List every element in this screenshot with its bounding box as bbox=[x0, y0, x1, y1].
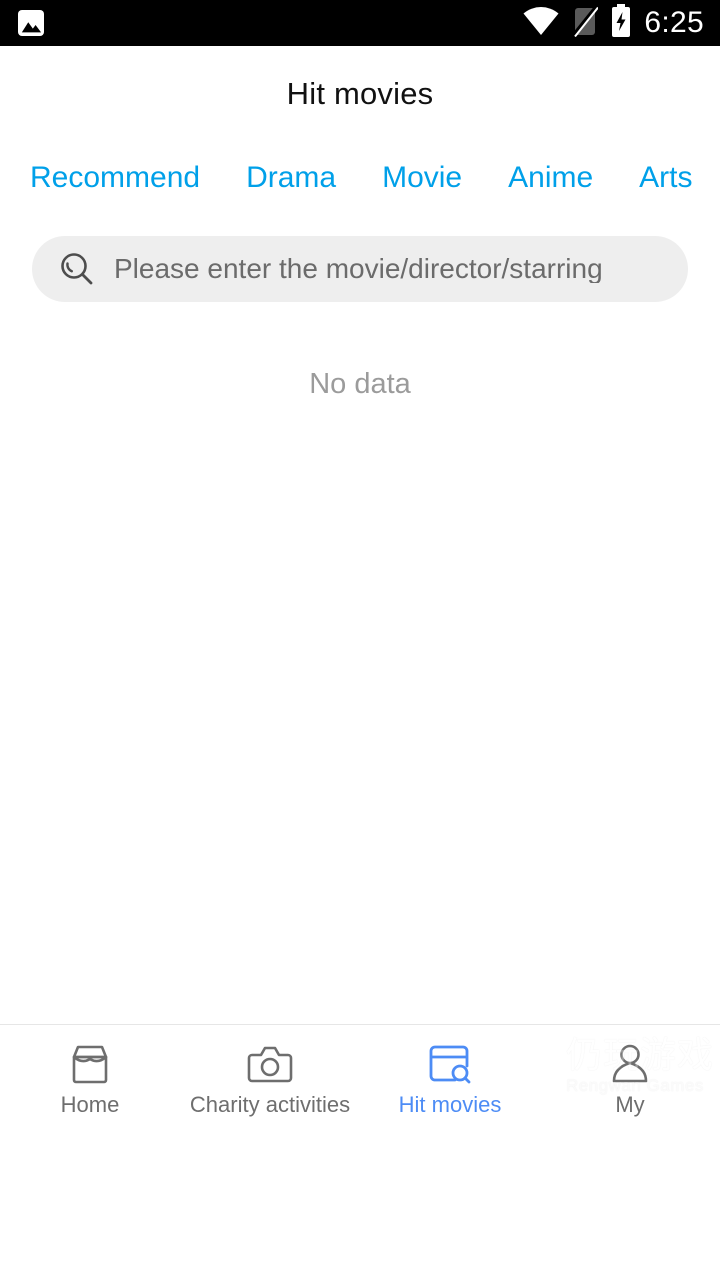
status-bar-clock: 6:25 bbox=[644, 6, 704, 39]
nav-label-charity-activities: Charity activities bbox=[189, 1091, 351, 1117]
content-area: No data Home Charity activities Hit movi… bbox=[0, 302, 720, 1132]
search-input[interactable]: Please enter the movie/director/starring bbox=[114, 255, 603, 283]
nav-label-home: Home bbox=[60, 1091, 120, 1117]
bottom-navigation-bar: Home Charity activities Hit movies My bbox=[0, 1024, 720, 1132]
nav-label-my: My bbox=[615, 1091, 645, 1117]
tab-arts[interactable]: Arts bbox=[639, 163, 692, 193]
tab-recommend[interactable]: Recommend bbox=[30, 163, 200, 193]
window-search-icon bbox=[427, 1042, 473, 1086]
battery-charging-icon bbox=[610, 3, 632, 43]
no-sim-icon bbox=[571, 4, 600, 42]
status-bar: 6:25 bbox=[0, 0, 720, 46]
nav-item-home[interactable]: Home bbox=[0, 1025, 180, 1132]
camera-icon bbox=[247, 1042, 293, 1086]
photo-icon bbox=[18, 10, 44, 36]
search-bar[interactable]: Please enter the movie/director/starring bbox=[32, 236, 688, 302]
page-header: Hit movies bbox=[0, 46, 720, 142]
status-bar-right: 6:25 bbox=[522, 3, 704, 43]
nav-item-charity-activities[interactable]: Charity activities bbox=[180, 1025, 360, 1132]
search-icon bbox=[58, 250, 96, 288]
empty-state-text: No data bbox=[309, 368, 411, 400]
tab-anime[interactable]: Anime bbox=[508, 163, 593, 193]
category-tab-bar[interactable]: Recommend Drama Movie Anime Arts bbox=[0, 142, 720, 214]
page-title: Hit movies bbox=[286, 76, 434, 111]
nav-item-hit-movies[interactable]: Hit movies bbox=[360, 1025, 540, 1132]
nav-label-hit-movies: Hit movies bbox=[398, 1091, 502, 1117]
store-icon bbox=[67, 1042, 113, 1086]
status-bar-left bbox=[18, 10, 44, 36]
search-section: Please enter the movie/director/starring bbox=[0, 214, 720, 302]
user-icon bbox=[607, 1042, 653, 1086]
tab-drama[interactable]: Drama bbox=[246, 163, 336, 193]
wifi-icon bbox=[522, 6, 560, 41]
tab-movie[interactable]: Movie bbox=[382, 163, 462, 193]
nav-item-my[interactable]: My bbox=[540, 1025, 720, 1132]
